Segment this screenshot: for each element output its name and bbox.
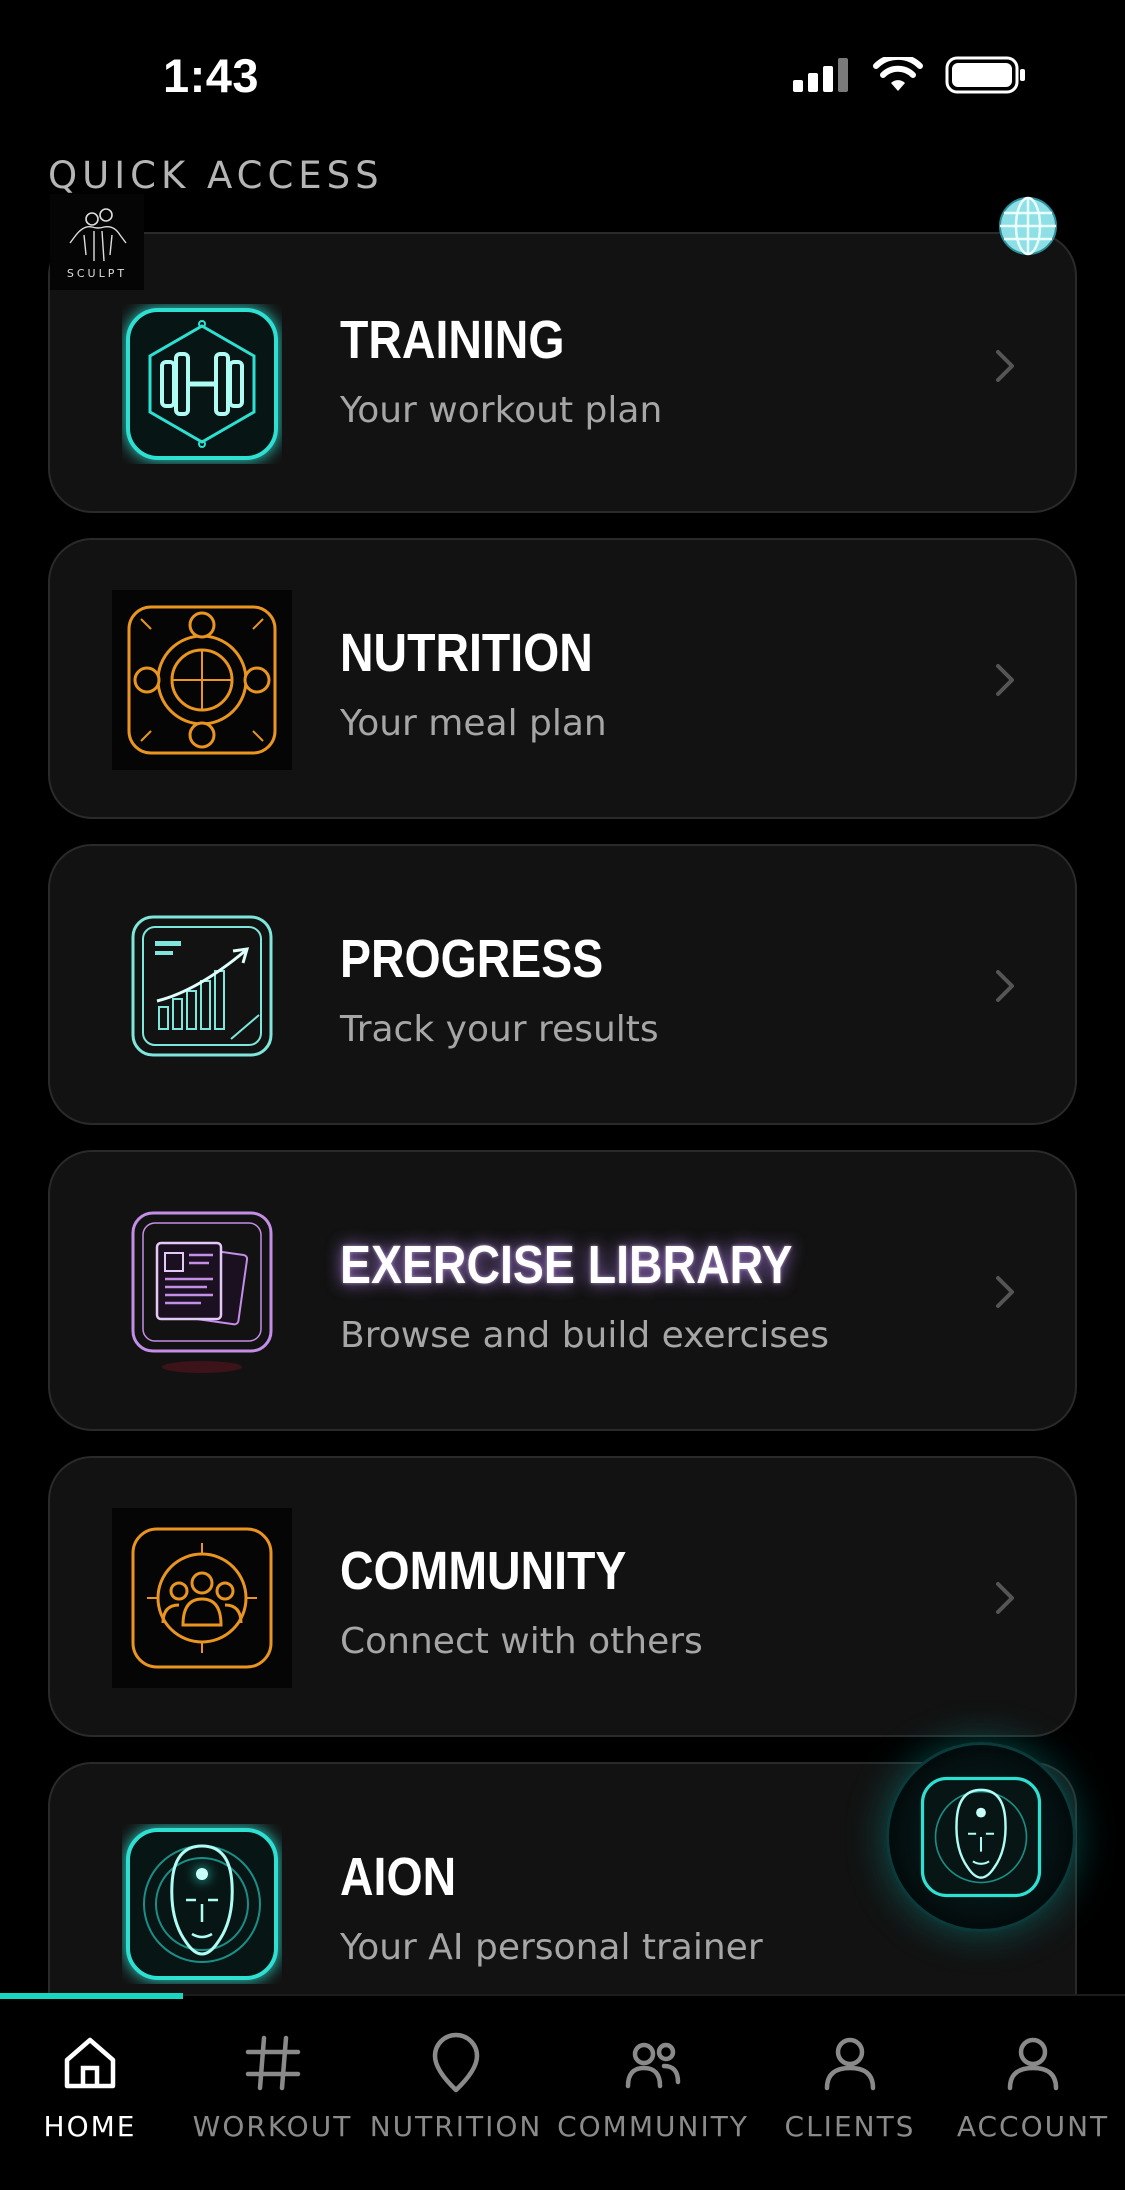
nav-item-clients[interactable]: CLIENTS <box>778 2032 922 2143</box>
ai-face-icon <box>920 1776 1042 1898</box>
progress-chart-icon <box>112 896 292 1076</box>
nav-item-home[interactable]: HOME <box>30 2032 150 2143</box>
ai-assistant-button[interactable] <box>886 1742 1076 1932</box>
card-training[interactable]: TRAINING Your workout plan <box>48 232 1077 513</box>
status-bar: 1:43 <box>0 0 1125 150</box>
globe-icon[interactable] <box>998 196 1058 256</box>
bottom-nav: HOME WORKOUT NUTRITION COMMUNITY CLIENTS… <box>0 1993 1125 2190</box>
community-icon <box>112 1508 292 1688</box>
card-title: PROGRESS <box>340 929 604 989</box>
nav-item-workout[interactable]: WORKOUT <box>190 2032 355 2143</box>
leaf-icon <box>432 2032 480 2093</box>
wifi-icon <box>873 57 923 91</box>
card-title: TRAINING <box>340 310 565 370</box>
card-subtitle: Your AI personal trainer <box>340 1927 763 1968</box>
card-subtitle: Your meal plan <box>340 703 607 744</box>
nav-label: CLIENTS <box>784 2110 916 2143</box>
library-icon <box>112 1202 292 1382</box>
nav-item-community[interactable]: COMMUNITY <box>555 2032 751 2143</box>
nav-item-nutrition[interactable]: NUTRITION <box>370 2032 542 2143</box>
card-exercise-library[interactable]: EXERCISE LIBRARY Browse and build exerci… <box>48 1150 1077 1431</box>
nav-label: COMMUNITY <box>557 2110 749 2143</box>
user-icon <box>824 2037 876 2091</box>
section-label: QUICK ACCESS <box>48 154 384 197</box>
sculpt-logo: SCULPT <box>50 194 144 290</box>
chevron-right-icon <box>996 664 1014 696</box>
ai-face-icon <box>112 1814 292 1994</box>
nav-label: HOME <box>43 2110 137 2143</box>
card-nutrition[interactable]: NUTRITION Your meal plan <box>48 538 1077 819</box>
card-title: AION <box>340 1847 457 1907</box>
chevron-right-icon <box>996 970 1014 1002</box>
card-subtitle: Your workout plan <box>340 390 663 431</box>
status-time: 1:43 <box>163 49 260 102</box>
battery-icon <box>945 56 1025 94</box>
home-icon <box>64 2037 116 2089</box>
bodybuilder-logo-icon <box>69 208 127 262</box>
card-progress[interactable]: PROGRESS Track your results <box>48 844 1077 1125</box>
nav-label: NUTRITION <box>369 2110 543 2143</box>
user-icon <box>1007 2037 1059 2091</box>
nav-item-account[interactable]: ACCOUNT <box>950 2032 1116 2143</box>
card-title: NUTRITION <box>340 623 593 683</box>
card-title: EXERCISE LIBRARY <box>340 1235 793 1295</box>
hash-icon <box>245 2035 300 2091</box>
card-community[interactable]: COMMUNITY Connect with others <box>48 1456 1077 1737</box>
logo-text: SCULPT <box>66 267 128 280</box>
nutrition-icon <box>112 590 292 770</box>
chevron-right-icon <box>996 1276 1014 1308</box>
nav-label: WORKOUT <box>192 2110 353 2143</box>
chevron-right-icon <box>996 350 1014 382</box>
cellular-signal-icon <box>793 58 848 92</box>
card-title: COMMUNITY <box>340 1541 627 1601</box>
nav-label: ACCOUNT <box>956 2110 1110 2143</box>
status-icons <box>793 56 1027 94</box>
card-subtitle: Track your results <box>340 1009 659 1050</box>
chevron-right-icon <box>996 1582 1014 1614</box>
card-subtitle: Connect with others <box>340 1621 703 1662</box>
users-icon <box>625 2042 681 2089</box>
dumbbell-icon <box>112 294 292 474</box>
card-subtitle: Browse and build exercises <box>340 1315 829 1356</box>
active-tab-indicator <box>0 1993 183 1999</box>
